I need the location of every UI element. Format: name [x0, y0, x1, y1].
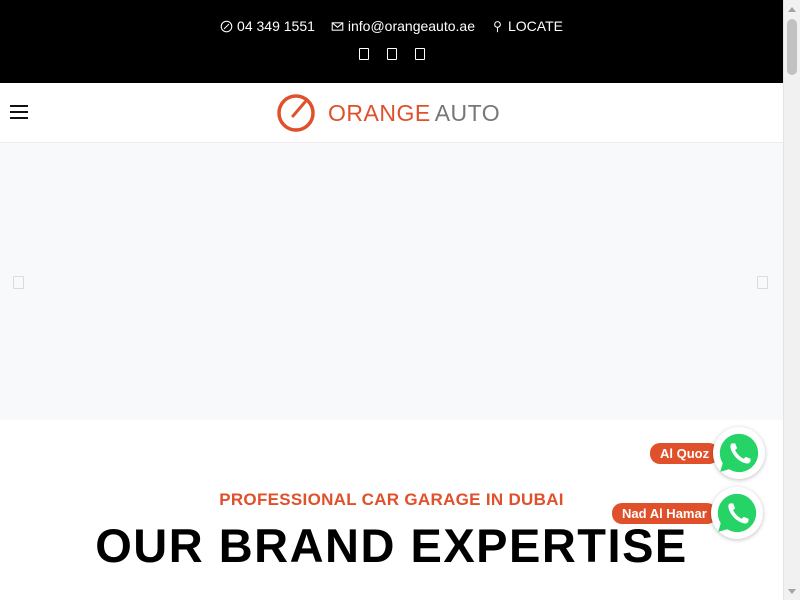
mail-icon [331, 21, 344, 31]
whatsapp-circle [713, 427, 766, 479]
logo-text-orange: ORANGE [328, 99, 431, 126]
whatsapp-button-nad-al-hamar[interactable]: Nad Al Hamar [612, 487, 763, 539]
phone-text: 04 349 1551 [237, 18, 315, 34]
email-text: info@orangeauto.ae [347, 18, 475, 34]
email-link[interactable]: info@orangeauto.ae [331, 17, 475, 35]
scrollbar-thumb[interactable] [787, 19, 797, 75]
social-links [0, 48, 783, 60]
phone-icon [220, 20, 233, 32]
map-pin-icon [494, 20, 501, 32]
youtube-icon[interactable] [414, 48, 425, 60]
page-scrollbar[interactable] [783, 0, 800, 600]
hamburger-line [10, 105, 28, 107]
logo-text-auto: AUTO [434, 99, 501, 126]
whatsapp-label: Nad Al Hamar [612, 502, 717, 524]
hamburger-icon[interactable] [10, 105, 28, 119]
logo-mark-icon [277, 94, 315, 132]
chevron-right-icon[interactable] [757, 276, 768, 289]
whatsapp-icon [717, 493, 756, 533]
instagram-icon[interactable] [386, 48, 397, 60]
whatsapp-icon [719, 433, 759, 473]
scroll-down-icon[interactable] [784, 583, 800, 600]
whatsapp-label: Al Quoz [650, 442, 720, 464]
hamburger-line [10, 111, 28, 113]
whatsapp-button-al-quoz[interactable]: Al Quoz [650, 427, 766, 479]
phone-link[interactable]: 04 349 1551 [220, 17, 315, 35]
site-logo[interactable]: ORANGE AUTO [276, 93, 500, 133]
locate-link[interactable]: LOCATE [491, 17, 563, 35]
scroll-up-icon[interactable] [784, 0, 800, 17]
page: 04 349 1551 info@orangeauto.ae LOCATE OR… [0, 0, 783, 600]
contact-row: 04 349 1551 info@orangeauto.ae LOCATE [0, 17, 783, 35]
site-header: ORANGE AUTO [0, 83, 783, 143]
top-contact-bar: 04 349 1551 info@orangeauto.ae LOCATE [0, 0, 783, 83]
facebook-icon[interactable] [358, 48, 369, 60]
hero-slider [0, 143, 783, 420]
locate-text: LOCATE [507, 18, 563, 34]
hamburger-line [10, 117, 28, 119]
chevron-left-icon[interactable] [13, 276, 24, 289]
whatsapp-circle [710, 487, 763, 539]
